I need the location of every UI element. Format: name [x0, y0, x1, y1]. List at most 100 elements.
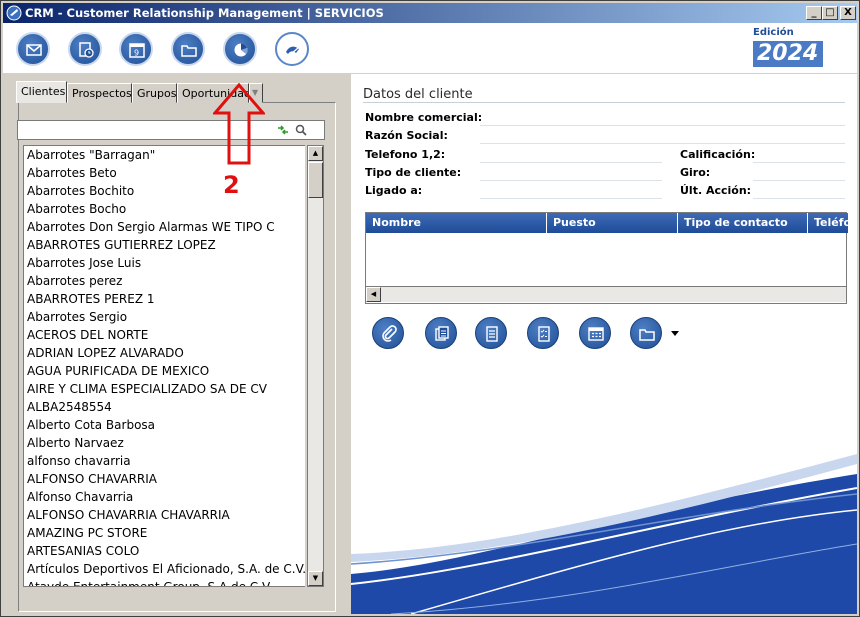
list-item[interactable]: ALFONSO CHAVARRIA [24, 470, 305, 488]
label-calificacion: Calificación: [680, 148, 756, 161]
list-item[interactable]: ARTESANIAS COLO [24, 542, 305, 560]
scroll-up-button[interactable]: ▲ [308, 146, 323, 161]
edition-badge: Edición 2024 [751, 27, 823, 71]
checklist-icon [538, 326, 550, 342]
minimize-button[interactable]: _ [806, 6, 822, 20]
label-nombre-comercial: Nombre comercial: [365, 111, 483, 124]
calendar-icon: 9 [129, 43, 145, 58]
list-item[interactable]: Atayde Entertainment Group, S.A de C.V. [24, 578, 305, 586]
document-clock-icon [79, 42, 94, 58]
app-logo-icon [6, 5, 22, 21]
value-razon-social [480, 143, 845, 144]
client-list-scrollbar[interactable]: ▲ ▼ [307, 145, 324, 587]
pie-chart-icon [234, 43, 248, 57]
documents-icon [435, 326, 449, 341]
paperclip-icon [382, 325, 397, 342]
attach-button[interactable] [372, 317, 404, 349]
column-telefono[interactable]: Teléfo [808, 213, 848, 233]
calendar-day-text: 9 [134, 49, 139, 58]
toolbar-activities-button[interactable] [68, 32, 102, 66]
scroll-left-button[interactable]: ◀ [366, 287, 381, 302]
value-giro [753, 180, 845, 181]
list-item[interactable]: AIRE Y CLIMA ESPECIALIZADO SA DE CV [24, 380, 305, 398]
list-item[interactable]: AGUA PURIFICADA DE MEXICO [24, 362, 305, 380]
title-bar: CRM - Customer Relationship Management |… [3, 3, 857, 23]
main-toolbar: 9 Edición 2024 [3, 23, 857, 73]
section-title: Datos del cliente [363, 87, 473, 102]
value-ligado [480, 198, 662, 199]
search-icon[interactable] [295, 124, 307, 136]
envelope-list-icon [26, 44, 42, 56]
tab-clientes[interactable]: Clientes [16, 81, 67, 103]
tab-grupos[interactable]: Grupos [132, 83, 177, 103]
annotation-number: 2 [223, 171, 240, 199]
value-calificacion [753, 162, 845, 163]
toolbar-deals-button[interactable] [275, 32, 309, 66]
section-divider [363, 102, 845, 103]
toolbar-calendar-button[interactable]: 9 [119, 32, 153, 66]
schedule-button[interactable] [579, 317, 611, 349]
list-item[interactable]: Alfonso Chavarria [24, 488, 305, 506]
list-item[interactable]: ABARROTES GUTIERREZ LOPEZ [24, 236, 305, 254]
list-item[interactable]: Abarrotes Sergio [24, 308, 305, 326]
list-item[interactable]: ACEROS DEL NORTE [24, 326, 305, 344]
list-item[interactable]: Abarrotes Jose Luis [24, 254, 305, 272]
close-button[interactable]: X [840, 6, 856, 20]
list-item[interactable]: Alberto Cota Barbosa [24, 416, 305, 434]
files-dropdown-arrow-icon[interactable] [670, 330, 680, 338]
label-ligado: Ligado a: [365, 184, 423, 197]
column-nombre[interactable]: Nombre [366, 213, 547, 233]
notes-button[interactable] [475, 317, 507, 349]
scroll-thumb[interactable] [308, 162, 323, 198]
list-item[interactable]: AMAZING PC STORE [24, 524, 305, 542]
column-puesto[interactable]: Puesto [547, 213, 678, 233]
calendar-grid-icon [588, 327, 604, 341]
list-item[interactable]: Abarrotes Don Sergio Alarmas WE TIPO C [24, 218, 305, 236]
contacts-grid-hscroll[interactable]: ◀ [366, 286, 846, 302]
label-giro: Giro: [680, 166, 711, 179]
contacts-grid: Nombre Puesto Tipo de contacto Teléfo ◀ [365, 212, 848, 304]
label-tipo-cliente: Tipo de cliente: [365, 166, 462, 179]
tasks-button[interactable] [527, 317, 559, 349]
toolbar-reports-button[interactable] [223, 32, 257, 66]
label-razon-social: Razón Social: [365, 129, 448, 142]
edition-label: Edición [753, 27, 794, 38]
decorative-waves [351, 454, 857, 614]
folder-dropdown-icon [639, 329, 655, 341]
sync-icon[interactable] [276, 124, 290, 136]
list-item[interactable]: Alberto Narvaez [24, 434, 305, 452]
column-tipo-contacto[interactable]: Tipo de contacto [678, 213, 808, 233]
folder-icon [181, 45, 197, 57]
notes-icon [486, 326, 498, 342]
maximize-button[interactable]: □ [822, 6, 838, 20]
list-item[interactable]: ADRIAN LOPEZ ALVARADO [24, 344, 305, 362]
documents-button[interactable] [425, 317, 457, 349]
value-nombre-comercial [480, 125, 845, 126]
list-item[interactable]: ABARROTES PEREZ 1 [24, 290, 305, 308]
window-title: CRM - Customer Relationship Management |… [25, 6, 384, 20]
list-item[interactable]: Abarrotes Bocho [24, 200, 305, 218]
label-telefono: Telefono 1,2: [365, 148, 446, 161]
scroll-down-button[interactable]: ▼ [308, 571, 323, 586]
toolbar-files-button[interactable] [171, 32, 205, 66]
value-telefono [480, 162, 662, 163]
tab-prospectos[interactable]: Prospectos [67, 83, 132, 103]
files-button[interactable] [630, 317, 662, 349]
edition-year: 2024 [753, 41, 823, 67]
app-window: CRM - Customer Relationship Management |… [0, 0, 860, 617]
list-item[interactable]: Artículos Deportivos El Aficionado, S.A.… [24, 560, 305, 578]
list-item[interactable]: Abarrotes Bochito [24, 182, 305, 200]
client-list: Abarrotes "Barragan" Abarrotes Beto Abarro… [23, 145, 305, 587]
client-details-panel: Datos del cliente Nombre comercial: Razó… [351, 74, 857, 614]
value-tipo-cliente [480, 180, 662, 181]
annotation-arrow [213, 83, 265, 165]
list-item[interactable]: alfonso chavarria [24, 452, 305, 470]
search-box [17, 120, 325, 140]
handshake-icon [286, 46, 299, 55]
list-item[interactable]: Abarrotes perez [24, 272, 305, 290]
list-item[interactable]: ALBA2548554 [24, 398, 305, 416]
value-ult-accion [753, 198, 845, 199]
toolbar-messages-button[interactable] [16, 32, 50, 66]
list-item[interactable]: ALFONSO CHAVARRIA CHAVARRIA [24, 506, 305, 524]
label-ult-accion: Últ. Acción: [680, 184, 752, 197]
